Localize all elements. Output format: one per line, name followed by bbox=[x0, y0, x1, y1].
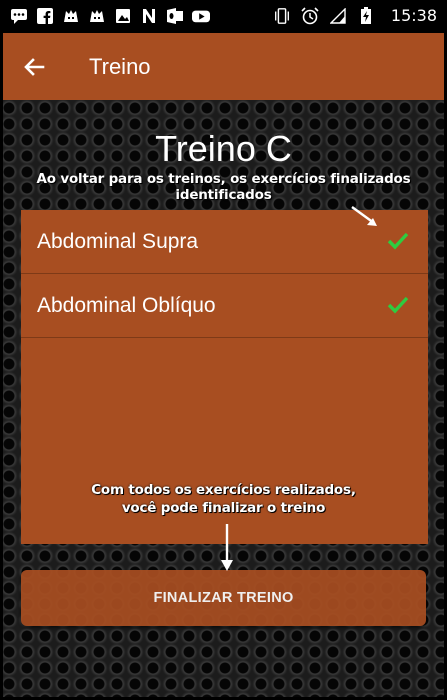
workout-content: Treino C Abdominal Supra Abdominal Oblíq… bbox=[0, 100, 447, 700]
list-item[interactable]: Abdominal Oblíquo bbox=[21, 274, 428, 338]
workout-title: Treino C bbox=[155, 128, 292, 169]
vibrate-icon bbox=[273, 7, 291, 25]
annotation-arrow-icon bbox=[221, 524, 233, 571]
alarm-icon bbox=[301, 6, 319, 25]
outlook-icon bbox=[166, 7, 184, 25]
signal-icon bbox=[329, 7, 347, 25]
check-icon bbox=[386, 293, 410, 317]
game-icon bbox=[88, 7, 106, 25]
exercise-label: Abdominal Supra bbox=[37, 230, 199, 253]
battery-charging-icon bbox=[357, 6, 375, 25]
back-arrow-icon[interactable] bbox=[20, 53, 48, 81]
status-time: 15:38 bbox=[390, 6, 437, 25]
check-icon bbox=[386, 229, 410, 253]
facebook-icon bbox=[36, 7, 54, 25]
chat-icon bbox=[10, 7, 28, 25]
finish-workout-button[interactable]: FINALIZAR TREINO bbox=[21, 570, 426, 626]
n-icon bbox=[140, 7, 158, 25]
status-bar: 15:38 bbox=[0, 0, 447, 33]
exercise-label: Abdominal Oblíquo bbox=[37, 294, 216, 317]
youtube-icon bbox=[192, 7, 210, 25]
annotation-line-1: Com todos os exercícios realizados, bbox=[91, 482, 356, 498]
app-bar: Treino bbox=[0, 33, 447, 100]
annotation-finished-exercises: Ao voltar para os treinos, os exercícios… bbox=[36, 171, 411, 203]
page-title: Treino bbox=[89, 54, 151, 79]
annotation-finish-hint: Com todos os exercícios realizados, você… bbox=[40, 481, 407, 517]
game-icon bbox=[62, 7, 80, 25]
annotation-line-2: você pode finalizar o treino bbox=[121, 500, 326, 516]
annotation-arrow-icon bbox=[351, 206, 377, 226]
image-icon bbox=[114, 7, 132, 25]
